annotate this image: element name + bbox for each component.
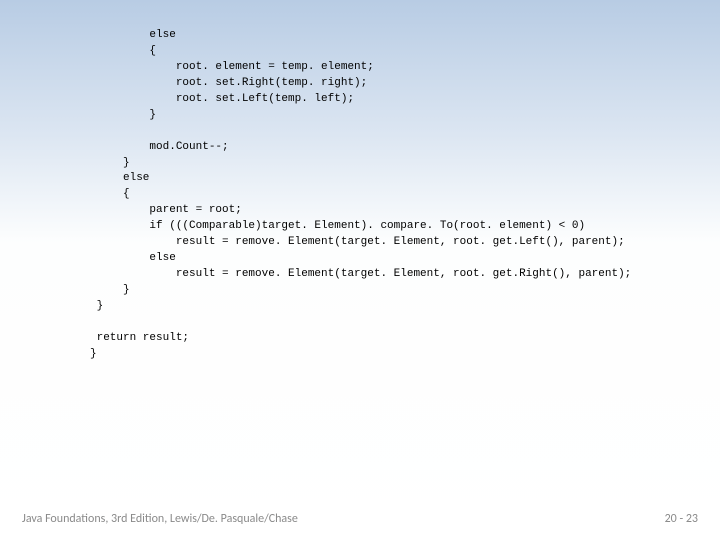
code-line: } [90,348,97,360]
code-line: parent = root; [90,204,242,216]
code-block: else { root. element = temp. element; ro… [0,28,720,363]
code-line: } [90,157,130,169]
code-line: { [90,188,130,200]
slide: else { root. element = temp. element; ro… [0,0,720,540]
code-line: root. set.Right(temp. right); [90,77,367,89]
code-line: if (((Comparable)target. Element). compa… [90,220,585,232]
code-line: result = remove. Element(target. Element… [90,268,631,280]
code-line: mod.Count--; [90,141,229,153]
code-line: else [90,252,176,264]
page-number: 20 - 23 [665,512,698,526]
code-line: result = remove. Element(target. Element… [90,236,625,248]
code-line: root. set.Left(temp. left); [90,93,354,105]
footer-citation: Java Foundations, 3rd Edition, Lewis/De.… [22,512,298,526]
code-line: root. element = temp. element; [90,61,374,73]
code-line: return result; [90,332,189,344]
code-line: } [90,284,130,296]
code-line: { [90,45,156,57]
code-line: else [90,172,149,184]
code-line: else [90,29,176,41]
code-line: } [90,109,156,121]
code-line: } [90,300,103,312]
